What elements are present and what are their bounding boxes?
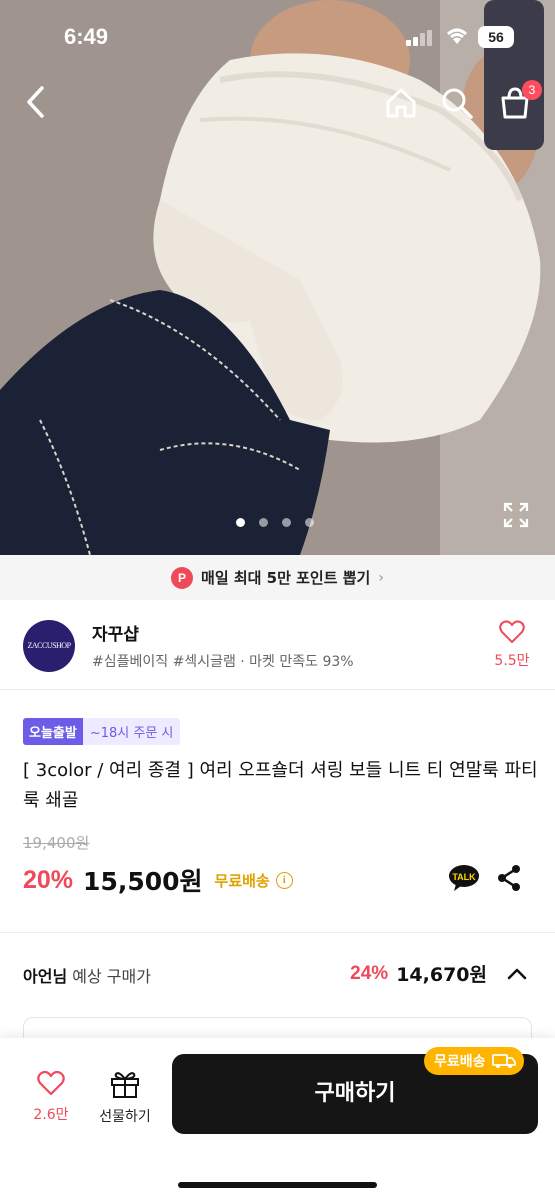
chevron-up-icon[interactable] [506, 963, 528, 985]
chevron-right-icon: › [378, 569, 384, 586]
shop-tags: #심플베이직 #섹시글램 · 마켓 만족도 93% [92, 654, 354, 670]
discount-rate: 20% [23, 865, 74, 894]
chevron-left-icon [27, 86, 44, 118]
kakaotalk-share-icon[interactable]: TALK [448, 864, 480, 892]
status-time: 6:49 [64, 24, 109, 49]
shop-like-count: 5.5만 [494, 653, 530, 669]
member-expected-price[interactable]: 아언님 예상 구매가 24% 14,670원 [0, 933, 555, 1013]
gift-button[interactable]: 선물하기 [92, 1070, 158, 1126]
member-price: 14,670원 [396, 964, 487, 986]
today-delivery-badge: 오늘출발 [23, 718, 83, 745]
gift-label: 선물하기 [99, 1109, 151, 1125]
member-price-value: 24% 14,670원 [350, 960, 487, 987]
gallery-dot[interactable] [236, 518, 245, 527]
search-icon [442, 88, 473, 119]
sale-price: 15,500원 [83, 867, 203, 896]
home-indicator [178, 1182, 377, 1188]
bottom-action-bar: 2.6만 선물하기 구매하기 무료배송 [0, 1038, 555, 1200]
delivery-badges: 오늘출발 ~18시 주문 시 [23, 718, 181, 745]
point-badge: P [171, 566, 194, 589]
cart-count-badge: 3 [522, 80, 542, 100]
free-shipping-label: 무료배송 [214, 871, 270, 890]
battery-indicator: 56 [478, 26, 514, 48]
expand-icon[interactable] [503, 502, 529, 528]
shop-info[interactable]: ZACCUSHOP 자꾸샵 #심플베이직 #섹시글램 · 마켓 만족도 93% … [0, 600, 555, 690]
status-bar: 6:49 56 [0, 22, 555, 52]
original-price: 19,400원 [23, 834, 90, 852]
truck-icon [491, 1054, 516, 1068]
gallery-pagination [236, 518, 314, 527]
gift-icon [111, 1072, 139, 1098]
home-icon [386, 88, 416, 118]
expected-price-label: 예상 구매가 [72, 967, 151, 986]
shop-like-button[interactable]: 5.5만 [490, 620, 534, 670]
shop-name[interactable]: 자꾸샵 [92, 620, 139, 645]
wishlist-button[interactable]: 2.6만 [22, 1070, 80, 1124]
free-shipping-tag: 무료배송 [424, 1047, 524, 1075]
signal-icon [406, 30, 432, 46]
heart-icon [37, 1070, 65, 1096]
search-button[interactable] [438, 84, 476, 122]
point-banner-text: 매일 최대 5만 포인트 뽑기 [201, 569, 371, 587]
heart-icon [499, 620, 525, 643]
back-button[interactable] [18, 84, 54, 120]
share-icon[interactable] [496, 864, 522, 892]
order-deadline-badge: ~18시 주문 시 [82, 718, 181, 745]
gallery-dot[interactable] [305, 518, 314, 527]
info-icon[interactable]: i [275, 871, 293, 889]
shop-logo: ZACCUSHOP [23, 620, 75, 672]
point-event-banner[interactable]: P 매일 최대 5만 포인트 뽑기 › [0, 555, 555, 600]
talk-label: TALK [452, 872, 476, 882]
product-title: [ 3color / 여리 종결 ] 여리 오프숄더 셔링 보들 니트 티 연말… [23, 760, 538, 811]
gallery-dot[interactable] [259, 518, 268, 527]
wifi-icon [447, 28, 467, 44]
price-row: 20% 15,500원 무료배송 i [23, 862, 293, 898]
member-discount-rate: 24% [350, 962, 389, 984]
member-price-label: 아언님 예상 구매가 [23, 963, 151, 987]
gallery-dot[interactable] [282, 518, 291, 527]
home-button[interactable] [382, 84, 420, 122]
free-shipping-tag-label: 무료배송 [434, 1054, 486, 1070]
wishlist-count: 2.6만 [33, 1107, 69, 1123]
product-image-gallery[interactable]: 6:49 56 3 [0, 0, 555, 555]
member-name: 아언님 [23, 967, 68, 986]
